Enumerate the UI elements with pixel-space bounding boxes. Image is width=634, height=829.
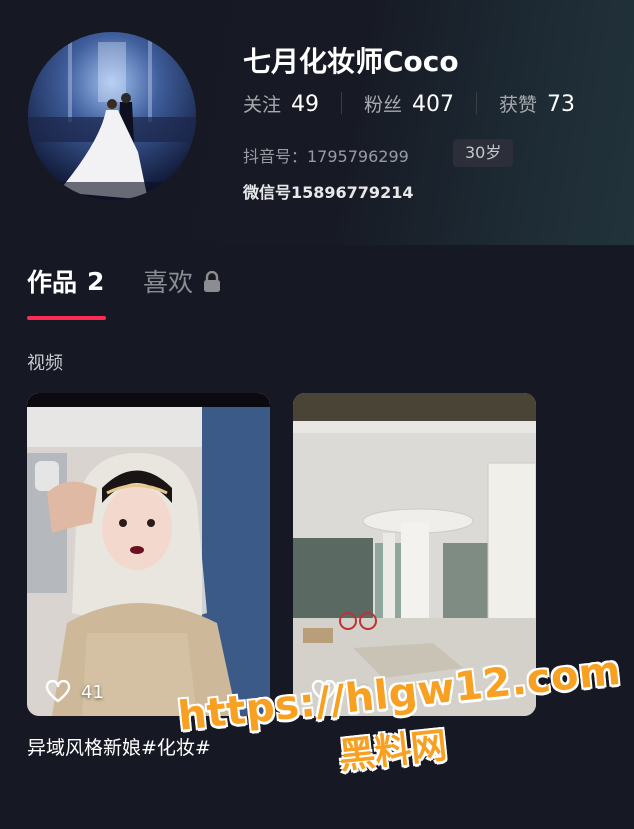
video-like-count: 41	[45, 680, 104, 704]
stat-following-label: 关注	[243, 93, 282, 116]
stat-following-value: 49	[291, 91, 320, 117]
heart-icon	[45, 680, 71, 703]
avatar-wedding-photo	[28, 32, 196, 200]
stat-likes-received-value: 73	[547, 91, 576, 117]
stat-followers[interactable]: 粉丝 407	[364, 90, 454, 117]
stat-followers-label: 粉丝	[364, 93, 403, 116]
stat-likes-received[interactable]: 获赞 73	[499, 90, 575, 117]
age-badge: 30岁	[453, 139, 514, 167]
stat-divider	[341, 92, 343, 114]
tab-works-count: 2	[87, 266, 105, 296]
tab-works[interactable]: 作品 2	[27, 263, 104, 299]
stat-followers-value: 407	[412, 91, 455, 117]
profile-stats: 关注 49 粉丝 407 获赞 73	[243, 88, 575, 118]
stat-following[interactable]: 关注 49	[243, 90, 319, 117]
video-thumbnail-bride	[27, 393, 270, 716]
active-tab-indicator	[27, 316, 106, 320]
video-like-count-value: 41	[81, 681, 104, 703]
avatar[interactable]	[28, 32, 196, 200]
douyin-id: 抖音号：1795796299	[243, 147, 409, 166]
nickname: 七月化妆师Coco	[243, 45, 459, 78]
section-title-videos: 视频	[27, 353, 63, 374]
wechat-id: 微信号15896779214	[243, 183, 414, 202]
video-card[interactable]: 41	[27, 393, 270, 716]
stat-divider	[476, 92, 478, 114]
tab-likes[interactable]: 喜欢	[143, 263, 221, 299]
tab-works-label: 作品	[27, 268, 78, 297]
lock-icon	[203, 270, 221, 292]
tab-likes-label: 喜欢	[143, 268, 194, 297]
stat-likes-received-label: 获赞	[499, 93, 538, 116]
